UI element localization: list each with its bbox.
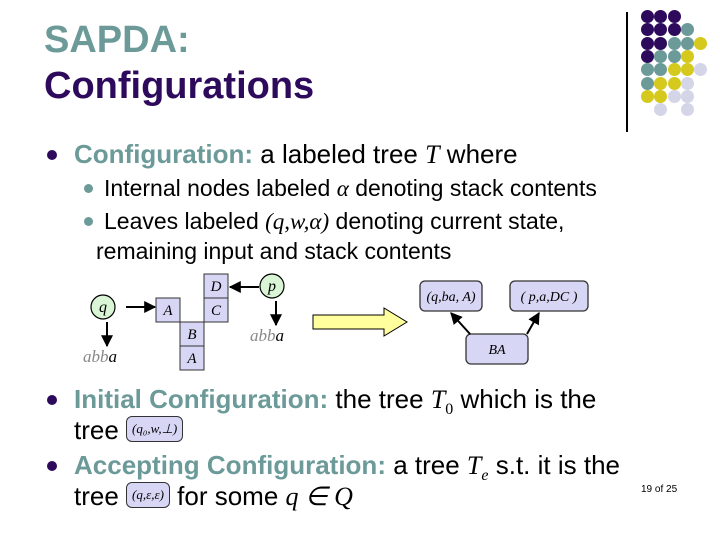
bullet-text-after: which is the: [453, 384, 597, 414]
state-p-label: p: [267, 278, 276, 295]
bullet-initial-configuration-line2: tree (q₀,w,⊥): [74, 415, 184, 445]
state-q-label: q: [99, 299, 107, 316]
stack-cell-label: C: [211, 303, 222, 319]
stack-cell-label: B: [187, 327, 196, 343]
root-node-label: BA: [488, 343, 506, 358]
initial-tree-box: (q₀,w,⊥): [126, 416, 184, 443]
bullet-text: tree: [74, 481, 127, 511]
accepting-tree-box: (q,ε,ε): [126, 482, 170, 509]
bullet-text: for some: [169, 481, 286, 511]
page-number: 19 of 25: [641, 484, 678, 495]
state-q-input: abba: [83, 347, 117, 366]
edge-root-to-leaf-q: [450, 312, 471, 335]
stack-cell-label: A: [162, 303, 173, 319]
stack-cell-label: A: [186, 351, 197, 367]
bullet-label: Initial Configuration:: [74, 384, 329, 414]
math-T: T: [430, 385, 446, 414]
bullet-text: the tree: [328, 384, 431, 414]
math-T: T: [466, 451, 482, 480]
bullet-text: a tree: [385, 450, 467, 480]
bullet-text: tree: [74, 415, 127, 445]
math-subscript: e: [481, 467, 489, 485]
bullet-text-after: s.t. it is the: [488, 450, 620, 480]
transform-arrow-icon: [312, 307, 408, 337]
bullet-icon: [47, 461, 57, 471]
state-p-input: abba: [250, 326, 284, 345]
bullet-accepting-configuration-line2: tree (q,ε,ε) for some q ∈ Q: [74, 481, 353, 512]
bullet-label: Accepting Configuration:: [74, 450, 386, 480]
bullet-icon: [47, 395, 57, 405]
stack-tree-diagram: q abba A B A D C p abba: [83, 273, 285, 371]
math-q-in-Q: q ∈ Q: [285, 482, 353, 511]
configuration-tree: (q,ba, A) ( p,a,DC ) BA: [419, 280, 589, 365]
leaf-node-label: (q,ba, A): [426, 290, 475, 305]
stack-cell-label: D: [210, 279, 222, 295]
edge-root-to-leaf-p: [526, 311, 540, 335]
leaf-node-label: ( p,a,DC ): [521, 290, 578, 305]
